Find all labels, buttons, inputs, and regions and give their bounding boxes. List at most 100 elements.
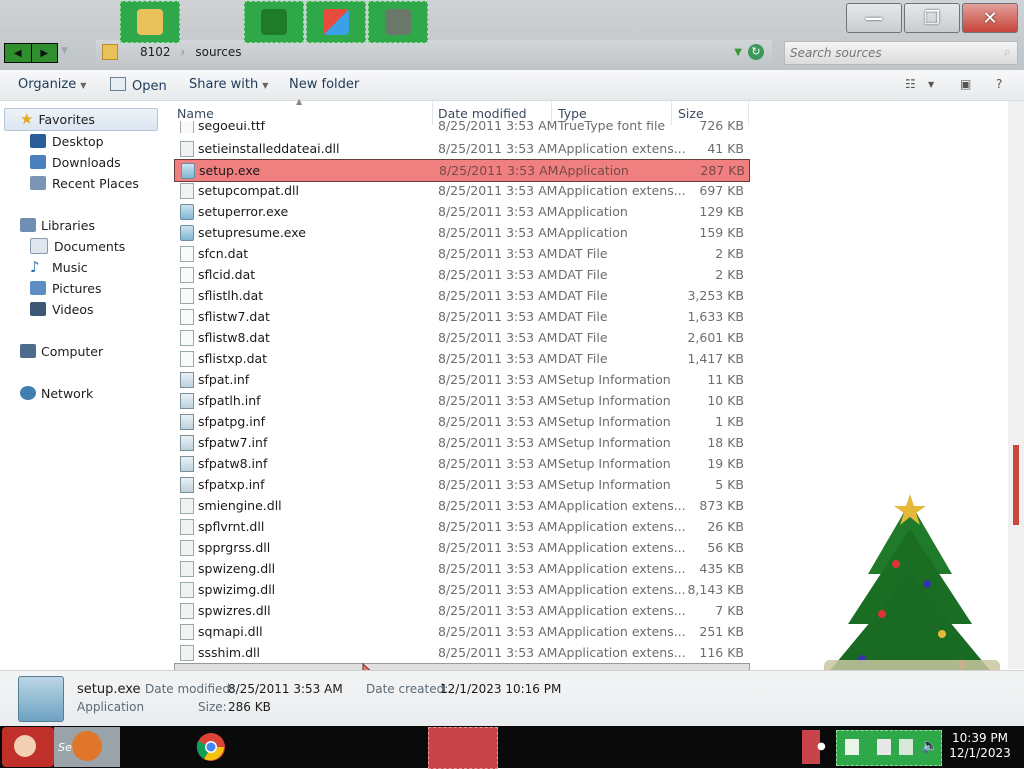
taskbar-chrome[interactable] (182, 727, 240, 767)
new-folder-button[interactable]: New folder (289, 77, 359, 92)
file-name: spprgrss.dll (198, 540, 271, 555)
dll-file-icon (180, 561, 194, 577)
nav-favorites[interactable]: ★ Favorites (20, 109, 95, 129)
file-row[interactable]: setuperror.exe 8/25/2011 3:53 AM Applicati… (174, 201, 748, 222)
dll-file-icon (180, 624, 194, 640)
network-warning-icon[interactable] (877, 739, 891, 755)
breadcrumb-8102[interactable]: 8102 (140, 45, 171, 59)
forward-button[interactable]: ▶ (31, 44, 57, 62)
address-dropdown-icon[interactable]: ▼ (734, 47, 742, 58)
file-name: sflistxp.dat (198, 351, 268, 366)
dll-file-icon (180, 603, 194, 619)
start-button[interactable] (2, 727, 54, 767)
file-row[interactable]: sqmapi.dll 8/25/2011 3:53 AM Application e… (174, 621, 748, 642)
refresh-icon[interactable]: ↻ (748, 44, 764, 60)
application-icon (180, 225, 194, 241)
file-icon (180, 309, 194, 325)
taskbar-red-tile[interactable] (428, 727, 498, 769)
taskbar-tree-app[interactable] (244, 1, 304, 43)
file-row[interactable]: sflistlh.dat 8/25/2011 3:53 AM DAT File 3,2… (174, 285, 748, 306)
file-row[interactable]: sflistw7.dat 8/25/2011 3:53 AM DAT File 1,6… (174, 306, 748, 327)
file-row[interactable]: sfpatw8.inf 8/25/2011 3:53 AM Setup Inform… (174, 453, 748, 474)
music-icon: ♪ (30, 258, 40, 276)
file-row[interactable]: sfpatpg.inf 8/25/2011 3:53 AM Setup Inform… (174, 411, 748, 432)
file-name: sflcid.dat (198, 267, 256, 282)
file-row[interactable]: spwizimg.dll 8/25/2011 3:53 AM Application… (174, 579, 748, 600)
nav-music[interactable]: ♪ Music (30, 257, 88, 277)
file-row[interactable]: sfpatw7.inf 8/25/2011 3:53 AM Setup Inform… (174, 432, 748, 453)
file-row[interactable]: sflistxp.dat 8/25/2011 3:53 AM DAT File 1,4… (174, 348, 748, 369)
taskbar-monitor-app[interactable] (368, 1, 428, 43)
view-dropdown-icon[interactable]: ▼ (928, 80, 934, 89)
file-row[interactable]: spprgrss.dll 8/25/2011 3:53 AM Application… (174, 537, 748, 558)
organize-button[interactable]: Organize ▼ (18, 77, 86, 92)
nav-recent-places[interactable]: Recent Places (30, 173, 139, 193)
nav-computer[interactable]: Computer (20, 341, 103, 361)
file-row[interactable]: sfpatlh.inf 8/25/2011 3:53 AM Setup Inform… (174, 390, 748, 411)
star-icon: ★ (20, 110, 34, 128)
open-button[interactable]: Open (110, 77, 167, 94)
nav-downloads[interactable]: Downloads (30, 152, 121, 172)
change-view-icon[interactable]: ☷ (905, 77, 916, 91)
file-row[interactable]: sflcid.dat 8/25/2011 3:53 AM DAT File 2 KB (174, 264, 748, 285)
file-size: 873 KB (699, 498, 744, 513)
nav-pictures[interactable]: Pictures (30, 278, 102, 298)
search-input[interactable] (785, 45, 992, 61)
file-row[interactable]: spwizeng.dll 8/25/2011 3:53 AM Application… (174, 558, 748, 579)
taskbar-clock[interactable]: 10:39 PM 12/1/2023 (945, 731, 1015, 761)
file-row[interactable]: setupresume.exe 8/25/2011 3:53 AM Applicat… (174, 222, 748, 243)
file-row[interactable]: segoeui.ttf 8/25/2011 3:53 AM TrueType fon… (174, 121, 748, 133)
file-row[interactable]: ssshim.dll 8/25/2011 3:53 AM Application e… (174, 642, 748, 663)
nav-videos[interactable]: Videos (30, 299, 94, 319)
close-button[interactable]: ✕ (962, 3, 1018, 33)
file-date-modified: 8/25/2011 3:53 AM (438, 225, 558, 240)
file-row[interactable]: setup.exe 8/25/2011 3:53 AM Application 287… (174, 159, 750, 182)
file-name: setuperror.exe (198, 204, 289, 219)
file-size: 726 KB (699, 121, 744, 133)
volume-icon[interactable]: 🔈 (921, 738, 938, 754)
breadcrumb-sources[interactable]: sources (195, 45, 241, 59)
firefox-icon[interactable] (72, 731, 102, 761)
file-size: 1 KB (715, 414, 744, 429)
file-row[interactable]: spwizres.dll 8/25/2011 3:53 AM Application… (174, 600, 748, 621)
nav-network[interactable]: Network (20, 383, 93, 403)
minimize-button[interactable]: — (846, 3, 902, 33)
maximize-button[interactable]: ❐ (904, 3, 960, 33)
breadcrumb-separator[interactable]: › (181, 45, 186, 59)
file-row[interactable]: sflistw8.dat 8/25/2011 3:53 AM DAT File 2,6… (174, 327, 748, 348)
file-row[interactable]: spflvrnt.dll 8/25/2011 3:53 AM Application… (174, 516, 748, 537)
back-button[interactable]: ◀ (5, 44, 32, 62)
file-row[interactable]: sfpatxp.inf 8/25/2011 3:53 AM Setup Inform… (174, 474, 748, 495)
file-date-modified: 8/25/2011 3:53 AM (438, 288, 558, 303)
nav-desktop[interactable]: Desktop (30, 131, 104, 151)
nav-label: Recent Places (52, 175, 139, 191)
file-icon (180, 330, 194, 346)
search-icon[interactable]: ⌕ (1004, 45, 1011, 60)
details-pane (0, 670, 1024, 727)
file-date-modified: 8/25/2011 3:53 AM (438, 267, 558, 282)
file-row[interactable]: sfpat.inf 8/25/2011 3:53 AM Setup Informat… (174, 369, 748, 390)
file-row[interactable]: setieinstalleddateai.dll 8/25/2011 3:53 A… (174, 138, 748, 159)
file-row[interactable]: smiengine.dll 8/25/2011 3:53 AM Applicatio… (174, 495, 748, 516)
file-type: Application extens... (558, 645, 686, 660)
search-box[interactable]: ⌕ (784, 41, 1018, 65)
file-row[interactable]: sfcn.dat 8/25/2011 3:53 AM DAT File 2 KB (174, 243, 748, 264)
taskbar-explorer[interactable] (120, 1, 180, 43)
preview-pane-icon[interactable]: ▣ (960, 77, 971, 91)
tray-app-icon[interactable] (845, 739, 859, 755)
help-icon[interactable]: ? (996, 77, 1002, 91)
nav-libraries[interactable]: Libraries (20, 215, 95, 235)
taskbar-windows-app[interactable] (306, 1, 366, 43)
file-row[interactable]: setupcompat.dll 8/25/2011 3:53 AM Applicat… (174, 180, 748, 201)
recent-pages-dropdown-icon[interactable]: ▼ (61, 46, 68, 56)
power-icon[interactable] (899, 739, 913, 755)
address-bar[interactable]: 8102 › sources ▼ ↻ (96, 40, 772, 64)
share-with-button[interactable]: Share with ▼ (189, 77, 268, 92)
file-name: sqmapi.dll (198, 624, 263, 639)
file-name: sfpat.inf (198, 372, 250, 387)
file-type: Application extens... (558, 519, 686, 534)
nav-documents[interactable]: Documents (30, 236, 125, 256)
file-type: DAT File (558, 288, 608, 303)
file-date-modified: 8/25/2011 3:53 AM (438, 498, 558, 513)
file-date-modified: 8/25/2011 3:53 AM (438, 519, 558, 534)
